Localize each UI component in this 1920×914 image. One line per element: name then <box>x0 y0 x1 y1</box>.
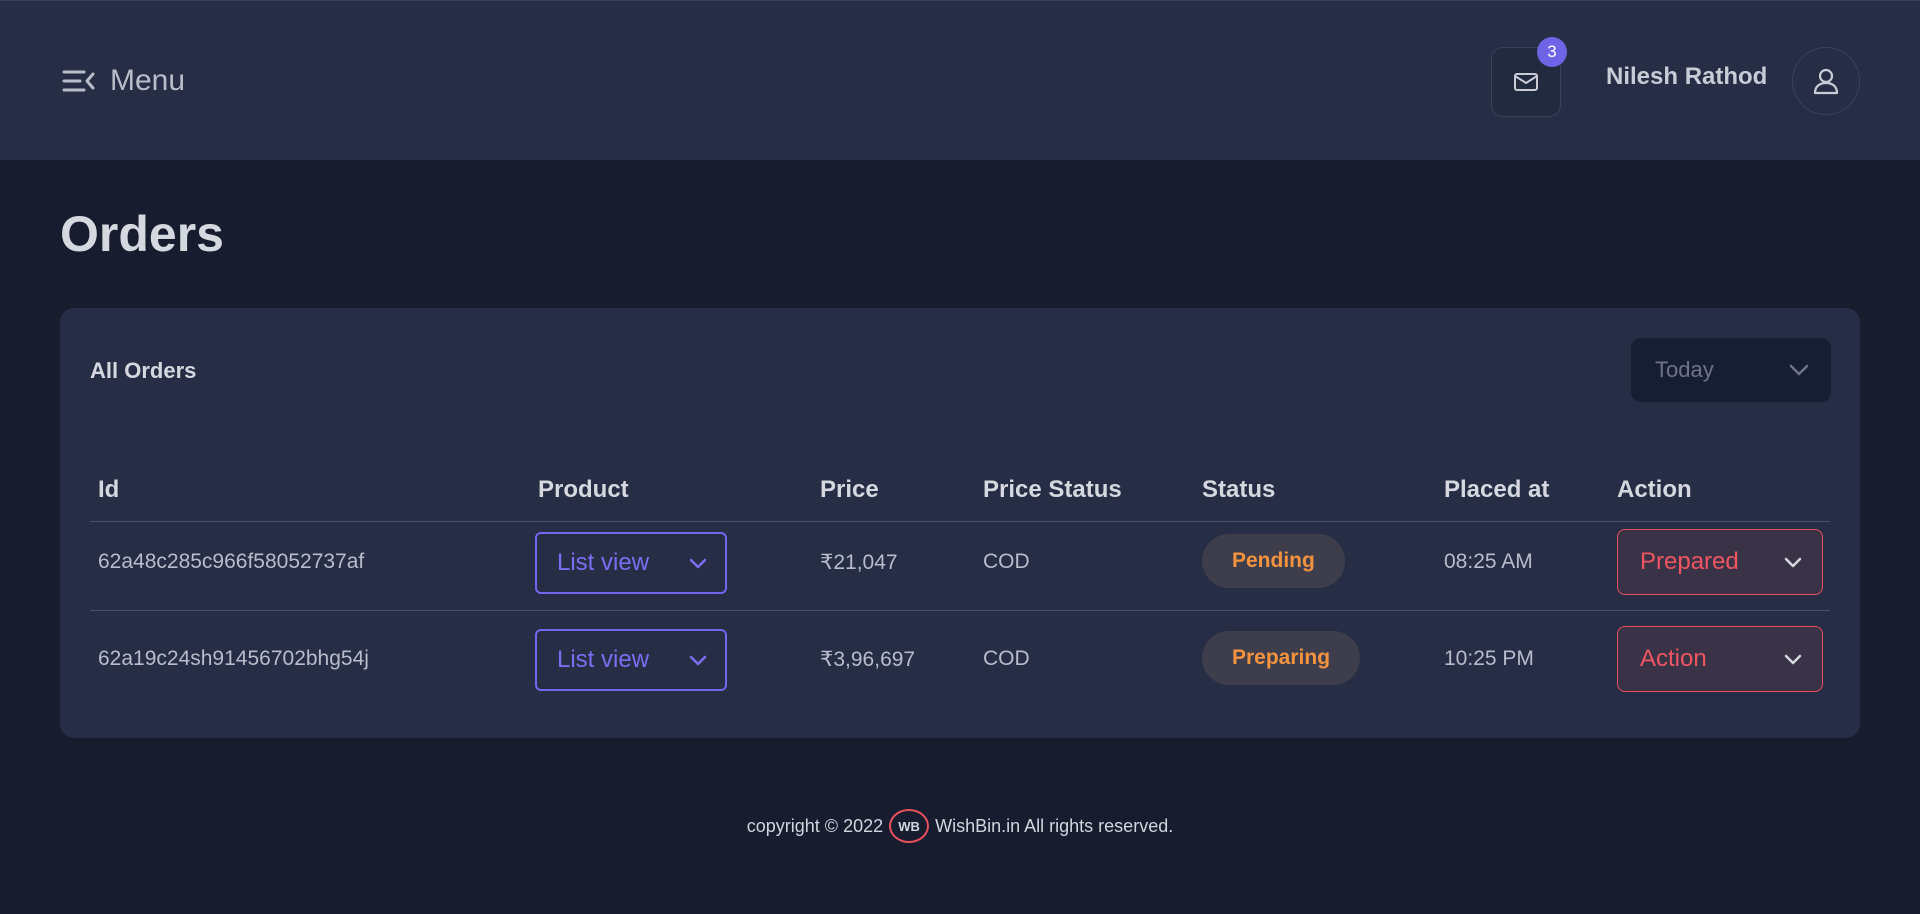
menu-collapse-icon <box>62 70 95 92</box>
user-name[interactable]: Nilesh Rathod <box>1606 63 1767 91</box>
product-list-view-select[interactable]: List view <box>535 629 727 691</box>
action-select-label: Prepared <box>1640 548 1739 575</box>
menu-button[interactable]: Menu <box>62 63 185 99</box>
order-id: 62a48c285c966f58052737af <box>98 550 365 573</box>
order-price-status: COD <box>983 550 1030 573</box>
order-price: ₹3,96,697 <box>820 648 916 671</box>
column-header-action: Action <box>1617 476 1692 503</box>
wishbin-logo: WB <box>889 809 930 843</box>
action-select-label: Action <box>1640 645 1707 672</box>
column-header-placed-at: Placed at <box>1444 476 1550 503</box>
order-placed-at: 10:25 PM <box>1444 647 1534 670</box>
order-placed-at: 08:25 AM <box>1444 550 1533 573</box>
table-header: Id Product Price Price Status Status Pla… <box>90 462 1830 522</box>
order-price-status: COD <box>983 647 1030 670</box>
footer: copyright © 2022 WB WishBin.in All right… <box>0 808 1920 844</box>
order-id: 62a19c24sh91456702bhg54j <box>98 647 369 670</box>
chevron-down-icon <box>689 655 707 665</box>
product-select-label: List view <box>557 646 650 673</box>
action-select[interactable]: Prepared <box>1617 529 1823 595</box>
column-header-price-status: Price Status <box>983 476 1122 503</box>
date-filter-value: Today <box>1655 357 1714 382</box>
card-title: All Orders <box>90 358 197 383</box>
page-title: Orders <box>60 206 224 262</box>
status-badge: Preparing <box>1202 631 1361 685</box>
top-bar: Menu 3 Nilesh Rathod <box>0 0 1920 160</box>
table-row: 62a48c285c966f58052737af List view ₹21,0… <box>90 514 1830 611</box>
column-header-status: Status <box>1202 476 1276 503</box>
menu-label: Menu <box>110 64 186 97</box>
product-list-view-select[interactable]: List view <box>535 532 727 594</box>
chevron-down-icon <box>1789 364 1809 376</box>
copyright-suffix: WishBin.in All rights reserved. <box>935 815 1174 836</box>
product-select-label: List view <box>557 549 650 576</box>
column-header-price: Price <box>820 476 879 503</box>
column-header-product: Product <box>538 476 629 503</box>
avatar-button[interactable] <box>1792 47 1860 115</box>
copyright-prefix: copyright © 2022 <box>746 815 884 836</box>
date-filter-select[interactable]: Today <box>1631 338 1831 402</box>
mail-icon <box>1514 73 1538 91</box>
chevron-down-icon <box>1784 654 1802 664</box>
column-header-id: Id <box>98 476 120 503</box>
order-price: ₹21,047 <box>820 551 898 574</box>
notification-badge: 3 <box>1537 37 1567 67</box>
status-badge: Pending <box>1202 534 1345 588</box>
action-select[interactable]: Action <box>1617 626 1823 692</box>
user-icon <box>1813 68 1839 95</box>
orders-card: All Orders Today Id Product Price Price … <box>60 308 1860 738</box>
chevron-down-icon <box>689 558 707 568</box>
chevron-down-icon <box>1784 557 1802 567</box>
table-row: 62a19c24sh91456702bhg54j List view ₹3,96… <box>90 611 1830 708</box>
